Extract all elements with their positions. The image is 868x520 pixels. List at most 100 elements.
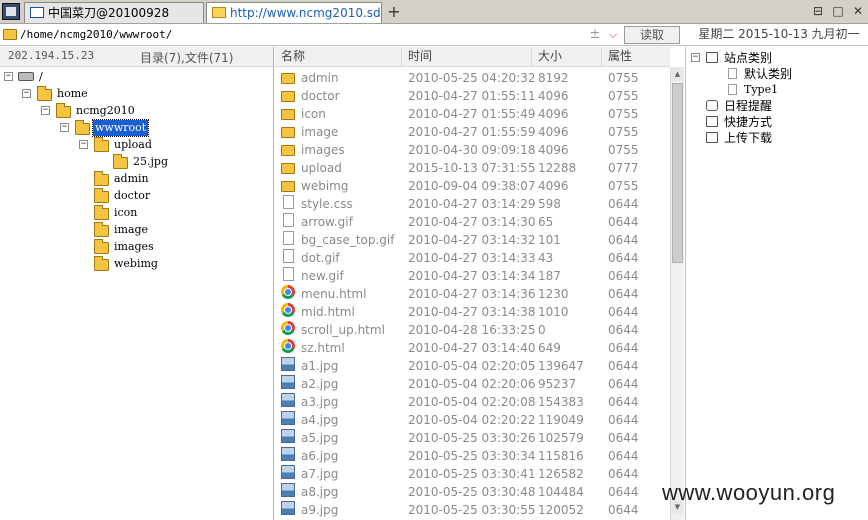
path-input[interactable]: /home/ncmg2010/wwwroot/ [20,24,580,45]
file-row[interactable]: a8.jpg 2010-05-25 03:30:48 104484 0644 [275,483,670,501]
file-size: 598 [538,197,561,211]
file-row[interactable]: a2.jpg 2010-05-04 02:20:06 95237 0644 [275,375,670,393]
side-item-type1[interactable]: Type1 [686,82,866,98]
file-permissions: 0644 [608,197,639,211]
file-size: 4096 [538,89,569,103]
scroll-up-icon[interactable]: ▲ [671,67,684,81]
collapse-icon[interactable]: − [79,140,88,149]
file-time: 2015-10-13 07:31:55 [408,161,536,175]
tree-node-wwwroot[interactable]: − wwwroot [0,119,270,137]
folder-icon [94,239,109,254]
tree-node-label: 25.jpg [133,155,168,168]
file-time: 2010-05-25 03:30:48 [408,485,536,499]
file-name: a7.jpg [301,467,339,481]
column-header-name[interactable]: 名称 [275,47,402,66]
column-header-time[interactable]: 时间 [402,47,532,66]
file-row[interactable]: a7.jpg 2010-05-25 03:30:41 126582 0644 [275,465,670,483]
file-size: 1010 [538,305,569,319]
watermark: www.wooyun.org [662,480,836,505]
file-size: 187 [538,269,561,283]
file-row[interactable]: images 2010-04-30 09:09:18 4096 0755 [275,141,670,159]
image-file-icon [281,447,295,461]
file-time: 2010-04-27 01:55:11 [408,89,536,103]
chevron-down-icon[interactable]: ⌵ [604,26,622,44]
file-time: 2010-05-04 02:20:06 [408,377,536,391]
tree-node-images[interactable]: images [0,239,270,255]
file-row[interactable]: admin 2010-05-25 04:20:32 8192 0755 [275,69,670,87]
app-window-icon[interactable] [2,3,20,20]
file-row[interactable]: arrow.gif 2010-04-27 03:14:30 65 0644 [275,213,670,231]
folder-icon [281,73,295,84]
new-tab-button[interactable]: + [386,2,402,22]
side-item-shortcuts[interactable]: 快捷方式 [686,114,866,130]
file-time: 2010-05-04 02:20:05 [408,359,536,373]
file-row[interactable]: webimg 2010-09-04 09:38:07 4096 0755 [275,177,670,195]
dir-file-counts: 目录(7),文件(71) [140,51,234,65]
side-item-schedule[interactable]: 日程提醒 [686,98,866,114]
file-permissions: 0644 [608,233,639,247]
file-name: image [301,125,339,139]
side-item-default-category[interactable]: 默认类别 [686,66,866,82]
collapse-icon[interactable]: − [4,72,13,81]
column-header-permissions[interactable]: 属性 [602,47,670,66]
tree-node-upload[interactable]: − upload [0,137,270,153]
tab-shell-url[interactable]: http://www.ncmg2010.sdu.e... [206,2,382,23]
restore-icon[interactable]: ⊟ [810,3,826,19]
side-item-upload-download[interactable]: 上传下载 [686,130,866,146]
collapse-icon[interactable]: − [22,89,31,98]
file-row[interactable]: sz.html 2010-04-27 03:14:40 649 0644 [275,339,670,357]
tree-node-ncmg2010[interactable]: − ncmg2010 [0,103,270,119]
file-row[interactable]: upload 2015-10-13 07:31:55 12288 0777 [275,159,670,177]
file-list-scrollbar[interactable]: ▲ ▼ [670,67,684,520]
file-row[interactable]: new.gif 2010-04-27 03:14:34 187 0644 [275,267,670,285]
file-row[interactable]: icon 2010-04-27 01:55:49 4096 0755 [275,105,670,123]
file-size: 104484 [538,485,584,499]
column-header-size[interactable]: 大小 [532,47,602,66]
bookmark-toggle-icon[interactable]: ± [586,26,604,44]
folder-icon [281,91,295,102]
file-permissions: 0644 [608,323,639,337]
close-icon[interactable]: ✕ [850,3,866,19]
file-row[interactable]: image 2010-04-27 01:55:59 4096 0755 [275,123,670,141]
file-row[interactable]: a9.jpg 2010-05-25 03:30:55 120052 0644 [275,501,670,519]
tree-node-admin[interactable]: admin [0,171,270,187]
file-time: 2010-04-27 01:55:59 [408,125,536,139]
tree-node-webimg[interactable]: webimg [0,256,270,272]
collapse-icon[interactable]: − [60,123,69,132]
file-row[interactable]: scroll_up.html 2010-04-28 16:33:25 0 0644 [275,321,670,339]
scrollbar-thumb[interactable] [672,83,683,263]
file-row[interactable]: mid.html 2010-04-27 03:14:38 1010 0644 [275,303,670,321]
file-row[interactable]: bg_case_top.gif 2010-04-27 03:14:32 101 064… [275,231,670,249]
file-row[interactable]: dot.gif 2010-04-27 03:14:33 43 0644 [275,249,670,267]
tree-node-25jpg[interactable]: 25.jpg [0,154,270,170]
file-row[interactable]: a1.jpg 2010-05-04 02:20:05 139647 0644 [275,357,670,375]
tree-node-doctor[interactable]: doctor [0,188,270,204]
file-name: a1.jpg [301,359,339,373]
collapse-icon[interactable]: − [691,53,700,62]
file-row[interactable]: style.css 2010-04-27 03:14:29 598 0644 [275,195,670,213]
tree-node-image[interactable]: image [0,222,270,238]
tree-node-icon[interactable]: icon [0,205,270,221]
maximize-icon[interactable]: □ [830,3,846,19]
image-file-icon [281,393,295,407]
file-name: dot.gif [301,251,340,265]
side-item-site-category[interactable]: − 站点类别 [686,50,866,66]
image-file-icon [281,357,295,371]
tree-node-root[interactable]: − / [0,69,270,85]
file-row[interactable]: a5.jpg 2010-05-25 03:30:26 102579 0644 [275,429,670,447]
tree-node-home[interactable]: − home [0,86,270,102]
file-permissions: 0644 [608,395,639,409]
file-size: 4096 [538,179,569,193]
collapse-icon[interactable]: − [41,106,50,115]
file-permissions: 0755 [608,71,639,85]
file-row[interactable]: doctor 2010-04-27 01:55:11 4096 0755 [275,87,670,105]
file-size: 12288 [538,161,577,175]
folder-icon [281,127,295,138]
file-row[interactable]: a4.jpg 2010-05-04 02:20:22 119049 0644 [275,411,670,429]
tab-caidao[interactable]: 中国菜刀@20100928 [24,2,204,23]
file-row[interactable]: a3.jpg 2010-05-04 02:20:08 154383 0644 [275,393,670,411]
read-button[interactable]: 读取 [624,26,680,44]
chrome-icon [281,339,295,353]
file-row[interactable]: menu.html 2010-04-27 03:14:36 1230 0644 [275,285,670,303]
file-row[interactable]: a6.jpg 2010-05-25 03:30:34 115816 0644 [275,447,670,465]
